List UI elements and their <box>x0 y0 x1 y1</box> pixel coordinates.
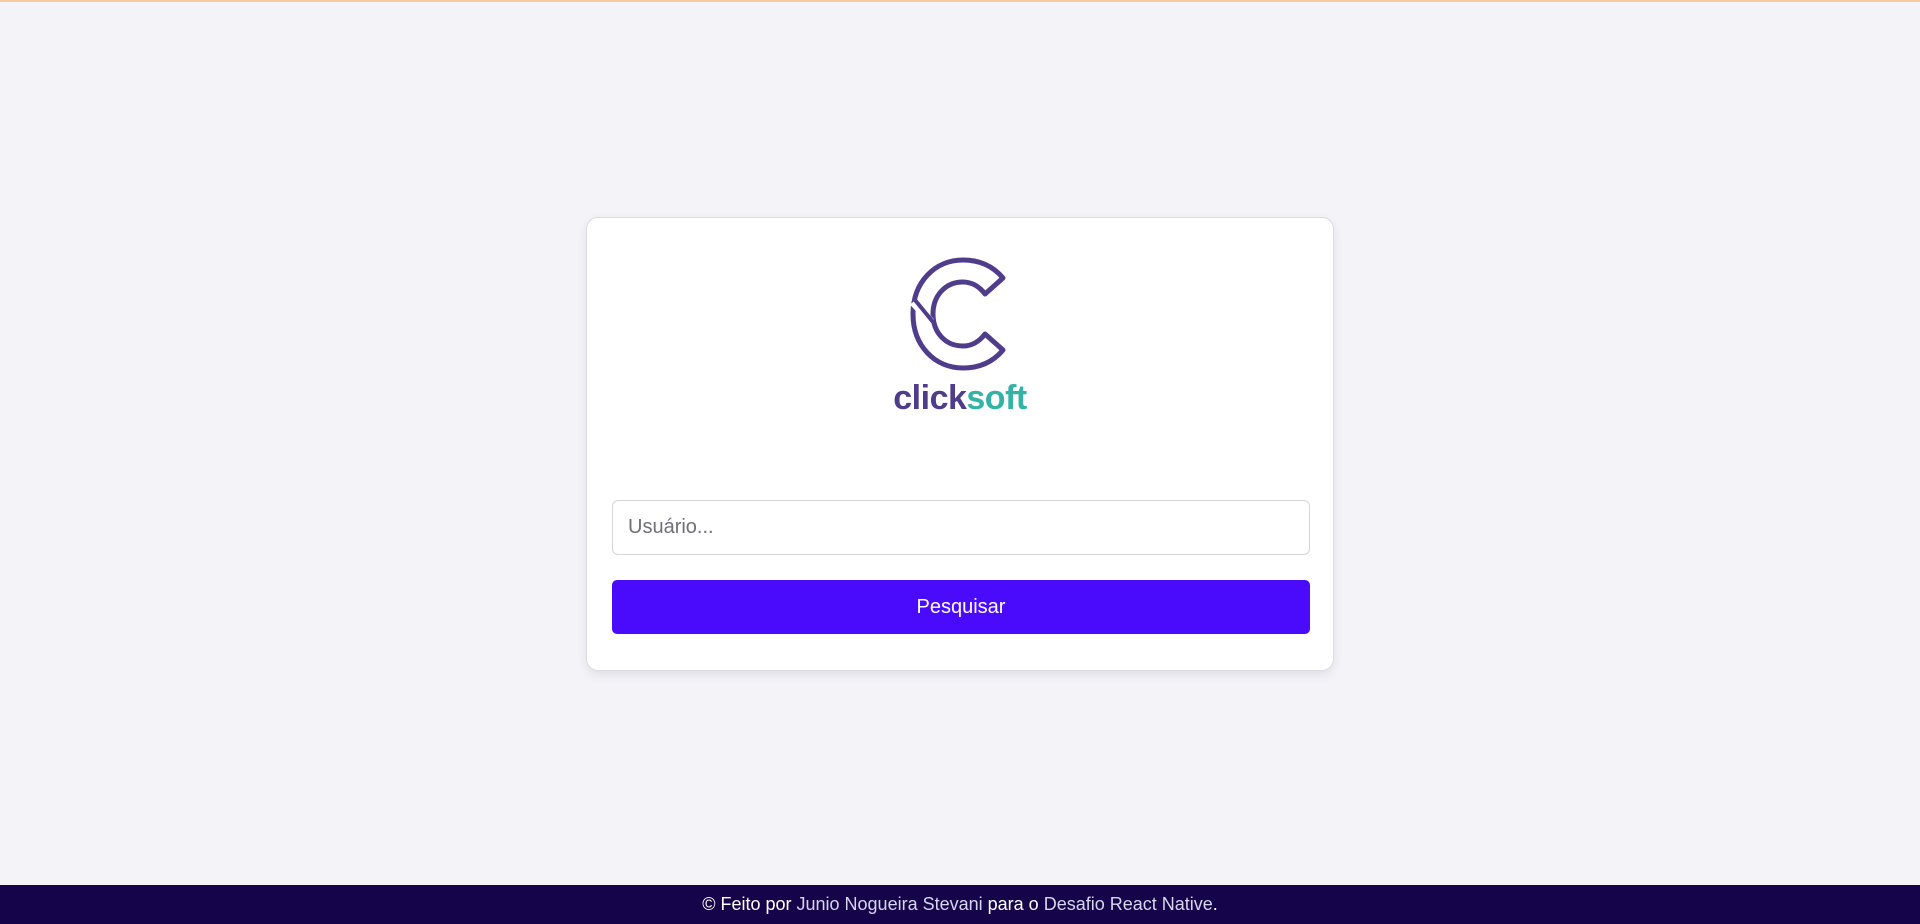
footer-middle: para o <box>987 894 1039 914</box>
clicksoft-c-logo-icon <box>910 257 1006 371</box>
footer-suffix: . <box>1212 894 1218 914</box>
project-link[interactable]: Desafio React Native <box>1044 894 1213 914</box>
top-accent-line <box>0 0 1920 2</box>
author-link[interactable]: Junio Nogueira Stevani <box>797 894 983 914</box>
footer: © Feito por Junio Nogueira Stevani para … <box>0 885 1920 924</box>
search-button[interactable]: Pesquisar <box>612 580 1310 634</box>
user-search-input[interactable] <box>612 500 1310 555</box>
clicksoft-logo: clicksoft <box>587 256 1333 426</box>
clicksoft-wordmark: clicksoft <box>587 378 1333 418</box>
brand-name-part-b: soft <box>966 379 1027 417</box>
search-card: clicksoft Pesquisar <box>586 217 1334 671</box>
footer-prefix: © Feito por <box>702 894 792 914</box>
brand-name-part-a: click <box>893 379 967 417</box>
